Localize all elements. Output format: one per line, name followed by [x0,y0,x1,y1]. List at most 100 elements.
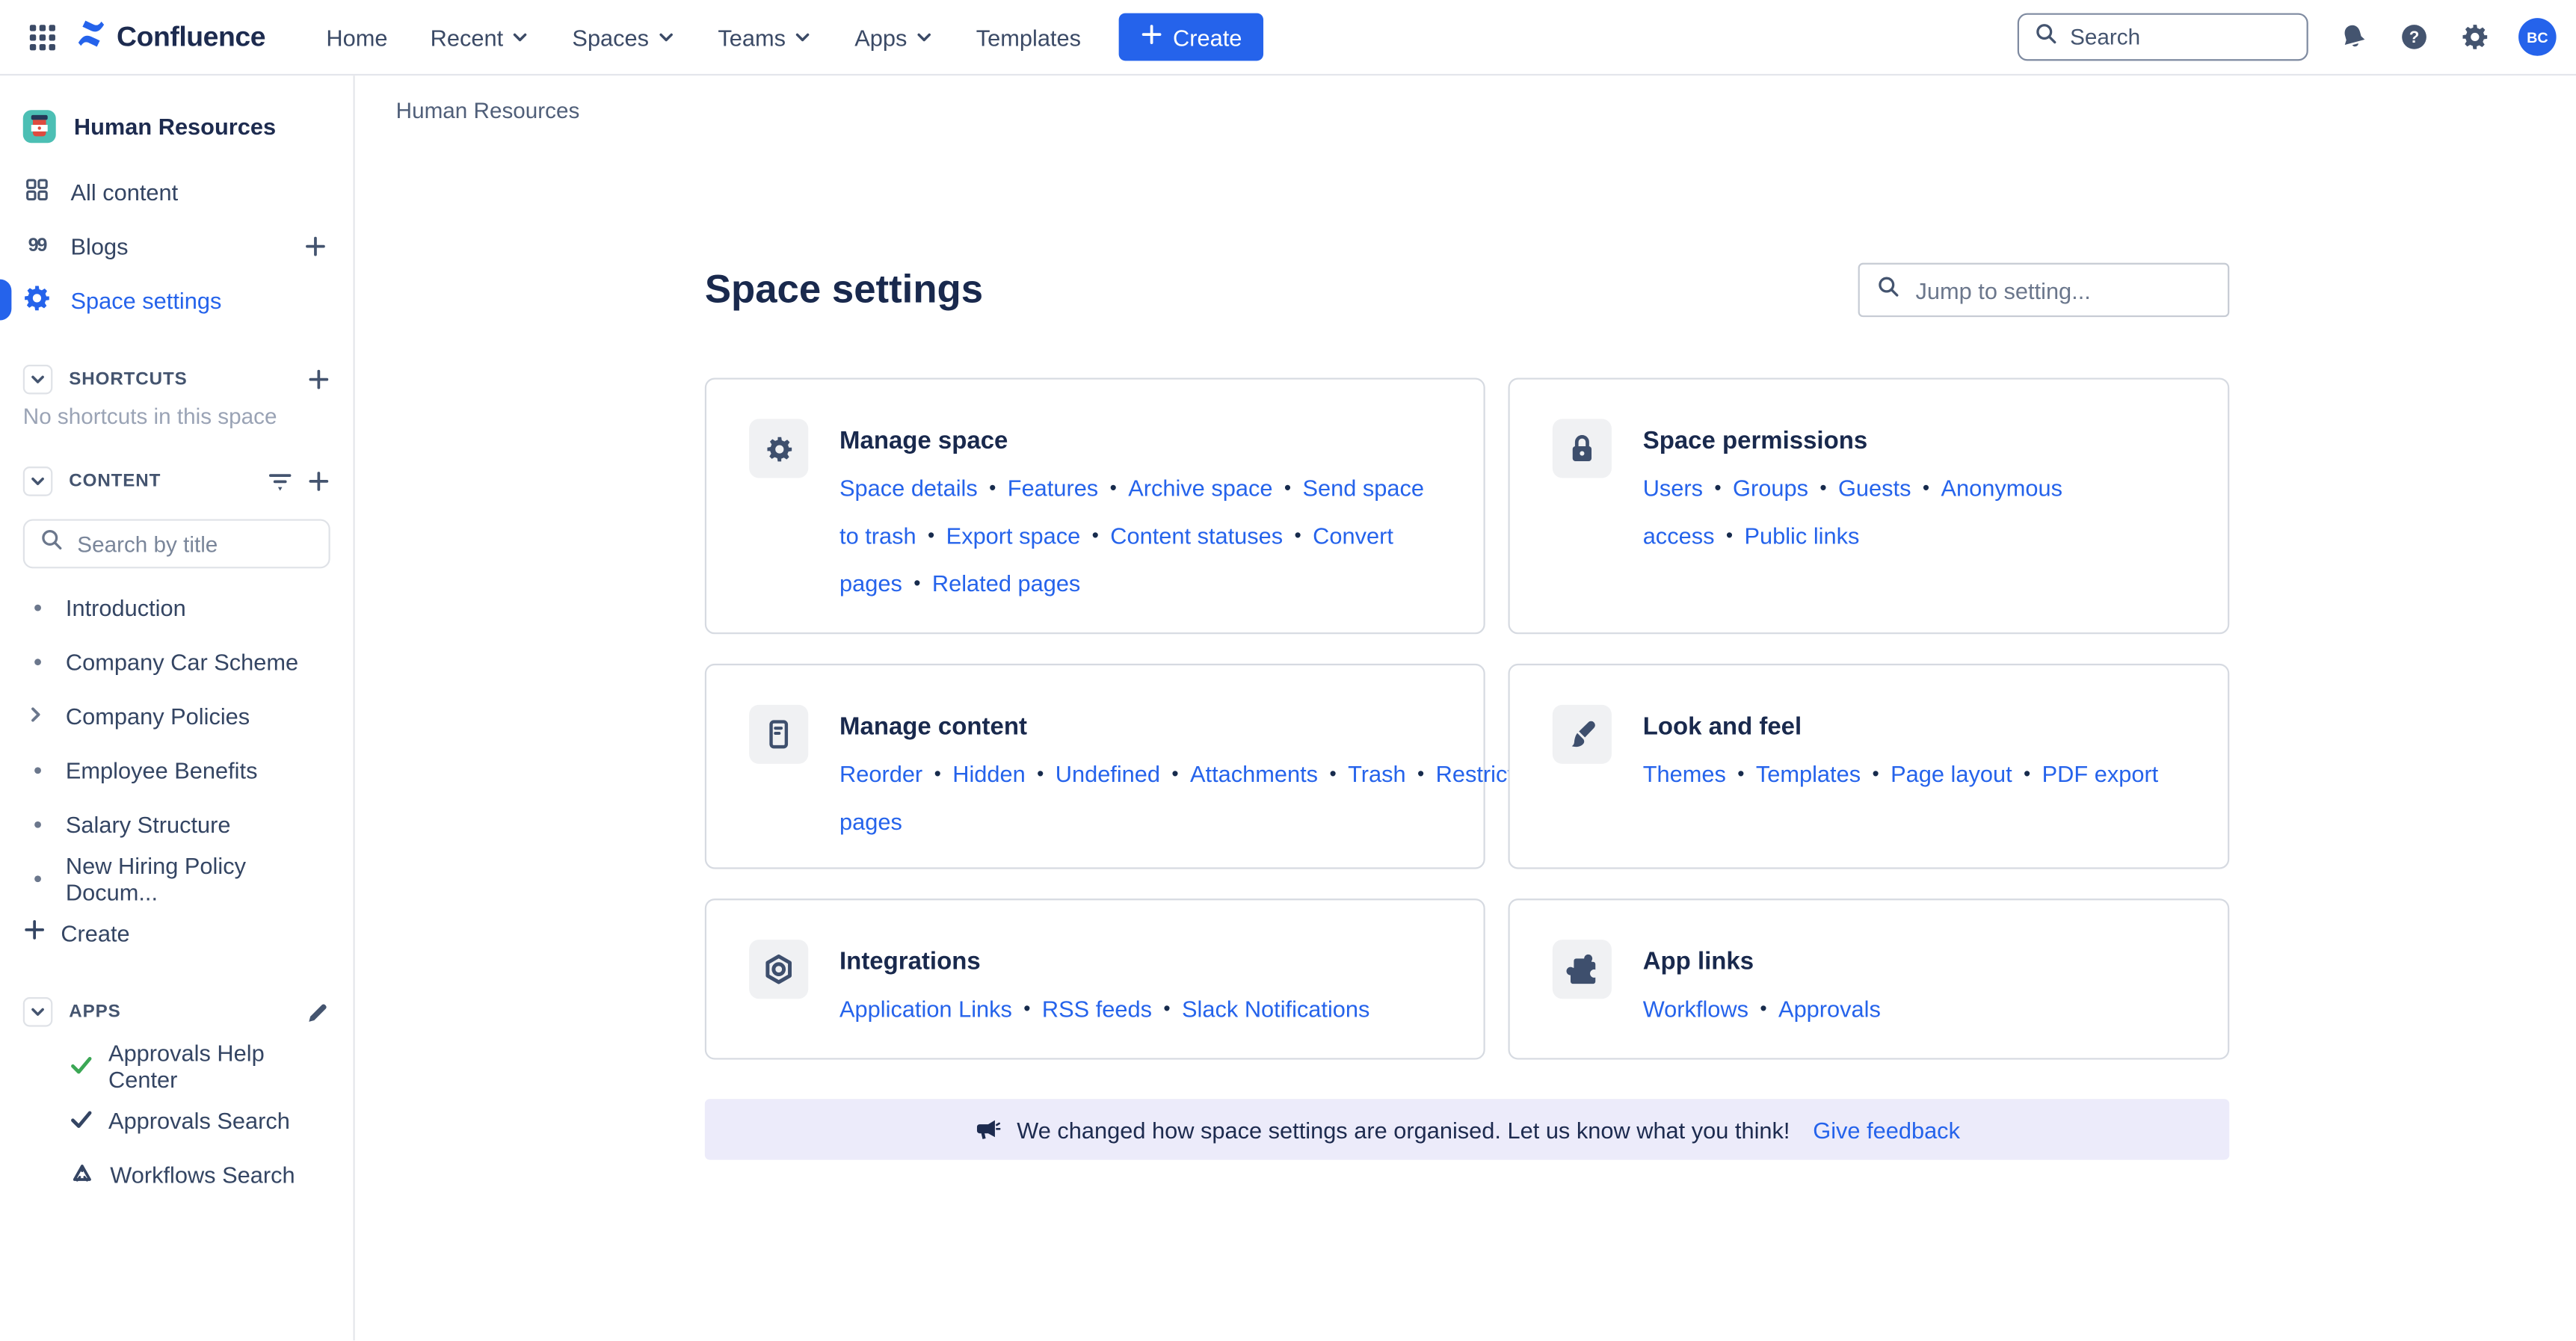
app-item-workflows-search[interactable]: Workflows Search [0,1147,354,1201]
app-item-approvals-help-center[interactable]: Approvals Help Center [0,1038,354,1093]
bullet-icon [34,766,41,773]
sidebar-item-blogs[interactable]: 99Blogs [0,218,354,273]
create-button[interactable]: Create [1119,13,1263,61]
shortcuts-empty-text: No shortcuts in this space [0,404,354,429]
jump-to-setting-search[interactable] [1858,263,2230,318]
user-avatar[interactable]: BC [2518,18,2557,56]
megaphone-icon [974,1116,1000,1142]
setting-link[interactable]: RSS feeds [1042,996,1152,1022]
feedback-banner: We changed how space settings are organi… [705,1099,2229,1159]
chevron-down-icon[interactable] [23,365,53,395]
notifications-bell-icon[interactable] [2336,20,2369,53]
setting-link[interactable]: Approvals [1778,996,1881,1022]
search-icon [2034,20,2059,53]
workflow-icon [69,1161,95,1187]
setting-link[interactable]: Public links [1744,522,1859,549]
create-page-item[interactable]: Create [0,905,354,960]
nav-item-apps[interactable]: Apps [836,14,952,61]
setting-link[interactable]: Templates [1756,761,1861,787]
setting-link[interactable]: Themes [1643,761,1726,787]
card-title: Integrations [839,938,1444,986]
confluence-logo[interactable]: Confluence [76,17,265,57]
page-title-search[interactable] [23,519,330,568]
space-avatar-icon [23,110,56,143]
setting-link[interactable]: Content statuses [1110,522,1283,549]
chevron-down-icon[interactable] [23,997,53,1027]
setting-link[interactable]: Slack Notifications [1182,996,1369,1022]
plus-icon [23,919,46,946]
filter-icon[interactable] [266,467,294,495]
setting-link[interactable]: Hidden [952,761,1026,787]
page-tree-item[interactable]: Company Policies [0,688,354,743]
chevron-down-icon [511,24,529,50]
setting-link[interactable]: Groups [1733,475,1808,501]
apps-title: APPS [69,1002,120,1022]
shortcuts-section-header: SHORTCUTS [0,365,354,395]
nav-item-spaces[interactable]: Spaces [554,14,693,61]
space-sidebar: Human Resources All content99BlogsSpace … [0,75,355,1340]
bullet-separator: • [1819,476,1826,499]
setting-link[interactable]: Guests [1838,475,1911,501]
bullet-separator: • [934,762,941,786]
setting-link[interactable]: PDF export [2042,761,2159,787]
bullet-separator: • [1110,476,1117,499]
page-tree-item[interactable]: Company Car Scheme [0,634,354,688]
add-page-icon[interactable] [307,470,330,493]
chevron-right-icon[interactable] [26,703,46,729]
setting-link[interactable]: Application Links [839,996,1012,1022]
top-navigation-bar: Confluence HomeRecentSpacesTeamsAppsTemp… [0,0,2576,75]
setting-link[interactable]: Undefined [1056,761,1160,787]
setting-link[interactable]: Archive space [1128,475,1272,501]
nav-item-recent[interactable]: Recent [412,14,547,61]
nav-item-templates[interactable]: Templates [958,14,1100,61]
settings-gear-icon[interactable] [2458,20,2491,53]
bullet-separator: • [1092,524,1099,547]
bullet-separator: • [1037,762,1044,786]
page-tree-item[interactable]: Introduction [0,580,354,635]
space-header[interactable]: Human Resources [0,105,354,148]
app-switcher-icon[interactable] [23,17,63,57]
global-search[interactable] [2018,13,2308,61]
global-search-input[interactable] [2070,25,2292,49]
give-feedback-link[interactable]: Give feedback [1813,1116,1960,1142]
bullet-icon [34,658,41,665]
bullet-separator: • [1923,476,1929,499]
content-section-header: CONTENT [0,466,354,496]
card-space-permissions: Space permissionsUsers•Groups•Guests•Ano… [1508,377,2229,634]
puzzle-icon [1553,940,1612,999]
card-app-links: App linksWorkflows•Approvals [1508,898,2229,1059]
card-title: Look and feel [1643,703,2189,751]
setting-link[interactable]: Attachments [1190,761,1318,787]
search-by-title-input[interactable] [77,531,313,556]
setting-link[interactable]: Related pages [932,570,1080,596]
setting-link[interactable]: Workflows [1643,996,1748,1022]
app-item-approvals-search[interactable]: Approvals Search [0,1092,354,1147]
breadcrumb[interactable]: Human Resources [396,99,580,123]
edit-pencil-icon[interactable] [306,999,330,1024]
bullet-separator: • [1737,762,1744,786]
help-icon[interactable]: ? [2397,20,2429,53]
page-tree-item[interactable]: Employee Benefits [0,742,354,797]
setting-link[interactable]: Features [1008,475,1098,501]
bullet-separator: • [1872,762,1879,786]
add-blog-icon[interactable] [304,234,330,257]
sidebar-item-space-settings[interactable]: Space settings [0,273,354,327]
setting-link[interactable]: Space details [839,475,978,501]
setting-link[interactable]: Export space [946,522,1081,549]
brand-name: Confluence [117,20,265,53]
page-tree-item[interactable]: Salary Structure [0,797,354,851]
bullet-separator: • [1284,476,1291,499]
bullet-separator: • [1295,524,1301,547]
nav-item-teams[interactable]: Teams [700,14,830,61]
setting-link[interactable]: Users [1643,475,1703,501]
add-shortcut-icon[interactable] [307,368,330,391]
document-icon [749,705,808,764]
sidebar-item-all-content[interactable]: All content [0,164,354,219]
setting-link[interactable]: Page layout [1891,761,2012,787]
setting-link[interactable]: Reorder [839,761,922,787]
setting-link[interactable]: Trash [1348,761,1406,787]
page-tree-item[interactable]: New Hiring Policy Docum... [0,851,354,905]
jump-to-setting-input[interactable] [1916,277,2212,303]
chevron-down-icon[interactable] [23,466,53,496]
nav-item-home[interactable]: Home [308,14,405,61]
